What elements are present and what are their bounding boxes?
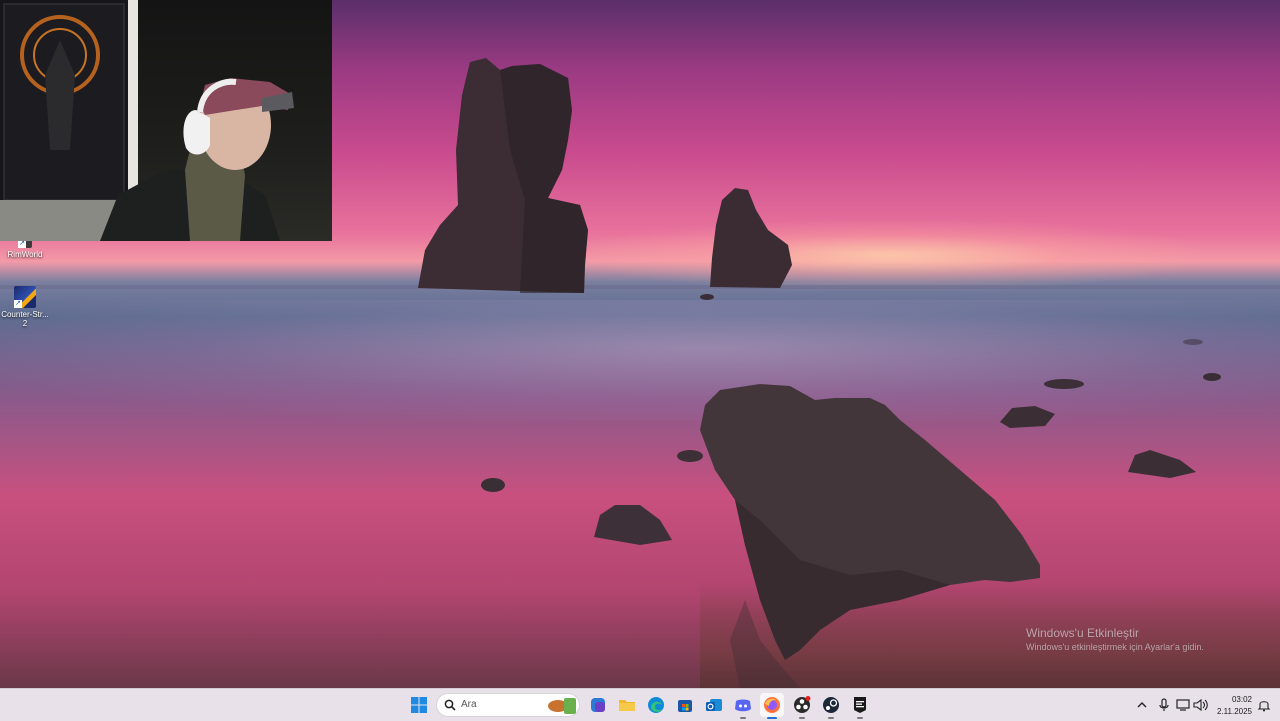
desktop-icon-label: 2 xyxy=(22,319,28,328)
pebble xyxy=(481,478,505,492)
recording-dot-icon xyxy=(805,696,811,701)
mid-rock xyxy=(1000,406,1055,428)
discord-icon xyxy=(735,699,751,712)
taskbar-outlook[interactable] xyxy=(702,693,726,717)
distant-rock xyxy=(1183,339,1203,345)
tray-volume[interactable] xyxy=(1189,693,1213,717)
epic-games-icon xyxy=(854,697,866,713)
running-indicator xyxy=(799,717,805,719)
activation-subtitle: Windows'u etkinleştirmek için Ayarlar'a … xyxy=(1026,642,1204,652)
headphones-icon xyxy=(183,110,210,155)
outlook-icon xyxy=(706,699,722,711)
taskbar-steam[interactable] xyxy=(819,693,843,719)
horizon-line xyxy=(0,285,1280,289)
windows-logo-icon xyxy=(411,697,427,713)
shortcut-arrow-icon: ↗ xyxy=(18,240,26,248)
firefox-icon xyxy=(764,697,780,713)
running-indicator xyxy=(740,717,746,719)
taskbar-copilot[interactable] xyxy=(586,693,610,717)
clock-date: 2.11.2025 xyxy=(1217,707,1252,716)
search-icon xyxy=(444,699,456,711)
steam-icon xyxy=(823,697,839,713)
distant-rock xyxy=(1044,379,1084,389)
taskbar-obs[interactable] xyxy=(790,693,814,719)
microphone-icon xyxy=(1159,698,1169,711)
folder-icon xyxy=(619,700,635,711)
taskbar-file-explorer[interactable] xyxy=(615,693,639,717)
windows-activation-watermark: Windows'u Etkinleştir Windows'u etkinleş… xyxy=(1026,626,1204,654)
shortcut-arrow-icon: ↗ xyxy=(14,300,22,308)
counter-strike-icon: ↗ xyxy=(14,286,36,308)
running-indicator xyxy=(828,717,834,719)
copilot-icon xyxy=(591,698,605,712)
taskbar-epic-games[interactable] xyxy=(848,693,872,719)
taskbar: Ara 03:02 2.11.2025 xyxy=(0,688,1280,721)
desktop-icon-counter-strike-2[interactable]: ↗ Counter-Str... 2 xyxy=(0,286,52,328)
chevron-up-icon xyxy=(1137,702,1147,708)
taskbar-search-box[interactable]: Ara xyxy=(436,693,580,717)
tray-overflow-button[interactable] xyxy=(1130,693,1154,717)
tray-clock[interactable]: 03:02 2.11.2025 xyxy=(1212,692,1252,718)
distant-rock xyxy=(700,294,714,300)
taskbar-edge[interactable] xyxy=(644,693,668,717)
webcam-feed xyxy=(0,0,294,241)
webcam-overlay xyxy=(0,0,332,241)
running-indicator xyxy=(857,717,863,719)
start-button[interactable] xyxy=(407,693,431,717)
clock-time: 03:02 xyxy=(1231,695,1252,704)
pebble xyxy=(677,450,703,462)
speaker-icon xyxy=(1193,698,1208,712)
activation-title: Windows'u Etkinleştir xyxy=(1026,626,1139,640)
mid-rock xyxy=(594,505,672,545)
obs-icon xyxy=(794,696,811,713)
taskbar-firefox[interactable] xyxy=(760,693,784,719)
search-highlight-icon xyxy=(548,698,576,714)
taskbar-discord[interactable] xyxy=(731,693,755,719)
running-indicator xyxy=(767,717,777,719)
search-placeholder: Ara xyxy=(461,699,477,710)
sea-stack-small xyxy=(710,188,792,288)
taskbar-store[interactable] xyxy=(673,693,697,717)
tray-notifications[interactable] xyxy=(1252,693,1276,717)
desktop-wallpaper: ↗ RimWorld ↗ Counter-Str... 2 Windows'u … xyxy=(0,0,1280,688)
mid-rock xyxy=(1128,450,1196,478)
store-icon xyxy=(678,700,692,712)
notification-bell-icon xyxy=(1257,701,1271,712)
edge-icon xyxy=(648,697,664,713)
distant-rock xyxy=(1203,373,1221,381)
desktop-icon-label: Counter-Str... xyxy=(1,310,49,319)
desktop-icon-label: RimWorld xyxy=(7,250,43,259)
